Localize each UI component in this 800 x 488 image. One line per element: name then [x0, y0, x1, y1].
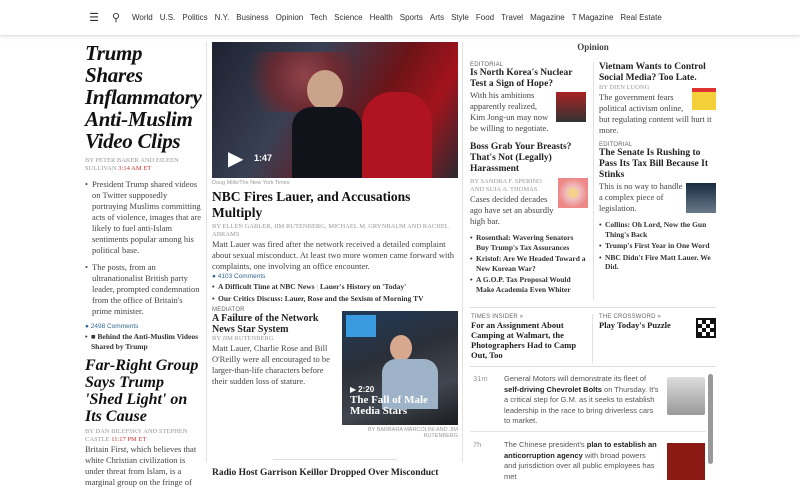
byline: By ELLEN GABLER, JIM RUTENBERG, MICHAEL … [212, 223, 449, 238]
related-link[interactable]: Lauer's History on 'Today' [320, 282, 406, 291]
nav-item[interactable]: Tech [310, 13, 327, 22]
thumbnail [692, 88, 716, 110]
divider [273, 459, 397, 460]
nav-item[interactable]: Style [451, 13, 469, 22]
timestamp: 31m [473, 374, 488, 383]
crossword-icon[interactable] [696, 318, 716, 338]
divider [462, 42, 463, 462]
video-icon: ■ [91, 332, 96, 341]
secondary-story: MEDIATOR A Failure of the Network News S… [212, 307, 458, 457]
nav-item[interactable]: Science [334, 13, 362, 22]
play-icon[interactable]: ▶ [228, 146, 243, 171]
nav-item[interactable]: Real Estate [620, 13, 661, 22]
comments-link[interactable]: ● 4103 Comments [212, 273, 458, 280]
nav-item[interactable]: Sports [400, 13, 423, 22]
opinion-links: Rosenthal: Wavering Senators Buy Trump's… [470, 233, 588, 294]
summary-bullet: The posts, from an ultranationalist Brit… [85, 262, 203, 317]
related-links: A Difficult Time at NBC News | Lauer's H… [212, 282, 458, 292]
divider [592, 314, 593, 364]
video-credit: By BARBARA MARCOLINI and JIM RUTENBERG [367, 427, 458, 439]
nav-item[interactable]: Food [476, 13, 494, 22]
play-icon: ▶ 2:20 [350, 385, 375, 394]
thumbnail [556, 92, 586, 122]
menu-icon[interactable]: ☰ [88, 12, 100, 24]
feed-scrollbar[interactable] [708, 374, 713, 464]
feed-text: General Motors will demonstrate its flee… [504, 374, 659, 425]
byline: By DAN BILEFSKY and STEPHEN CASTLE 11:17… [85, 428, 188, 443]
nav-item[interactable]: Politics [182, 13, 207, 22]
feed-item[interactable]: 31m General Motors will demonstrate its … [470, 374, 706, 432]
feed-item[interactable]: 7h The Chinese president's plan to estab… [470, 440, 706, 480]
search-icon[interactable]: ⚲ [110, 12, 122, 24]
lead-video[interactable]: ▶ 1:47 [212, 42, 458, 178]
opinion-link[interactable]: Trump's First Year in One Word [599, 241, 716, 251]
byline: By JIM RUTENBERG [212, 335, 274, 342]
divider [206, 42, 207, 462]
photo-credit: Doug Mills/The New York Times [212, 180, 290, 186]
divider [593, 62, 594, 300]
summary: With his ambitions apparently realized, … [470, 90, 588, 134]
headline[interactable]: Vietnam Wants to Control Social Media? T… [599, 62, 716, 84]
headline[interactable]: Far-Right Group Says Trump 'Shed Light' … [85, 357, 203, 425]
nav-sections: World U.S. Politics N.Y. Business Opinion Tech… [132, 13, 669, 22]
divider [470, 307, 716, 308]
opinion-link[interactable]: Kristof: Are We Headed Toward a New Kore… [470, 254, 588, 273]
opinion-link[interactable]: Collins: Oh Lord, Now the Gun Thing's Ba… [599, 220, 716, 239]
nav-item[interactable]: Arts [430, 13, 444, 22]
opinion-left: EDITORIAL Is North Korea's Nuclear Test … [470, 62, 588, 294]
nav-item[interactable]: Magazine [530, 13, 565, 22]
headline[interactable]: The Senate Is Rushing to Pass Its Tax Bi… [599, 148, 716, 181]
thumbnail [686, 183, 716, 213]
nav-item[interactable]: Opinion [276, 13, 304, 22]
times-insider: TIMES INSIDER » For an Assignment About … [471, 314, 586, 360]
nav-item[interactable]: Travel [501, 13, 523, 22]
feed-text: The Chinese president's plan to establis… [504, 440, 657, 480]
nav-item[interactable]: Health [370, 13, 393, 22]
headline[interactable]: Boss Grab Your Breasts? That's Not (Lega… [470, 142, 588, 175]
lead-headline[interactable]: Trump Shares Inflammatory Anti-Muslim Vi… [85, 42, 203, 152]
summary: This is no way to handle a complex piece… [599, 181, 716, 214]
timestamp: 7h [473, 440, 482, 449]
nav-item[interactable]: T Magazine [572, 13, 614, 22]
thumbnail [558, 178, 588, 208]
headline[interactable]: NBC Fires Lauer, and Accusations Multipl… [212, 189, 458, 221]
headline[interactable]: Radio Host Garrison Keillor Dropped Over… [212, 468, 458, 479]
thumbnail [667, 443, 705, 480]
headline[interactable]: Is North Korea's Nuclear Test a Sign of … [470, 68, 588, 90]
video-title: The Fall of Male Media Stars [350, 394, 428, 417]
thumbnail [667, 377, 705, 415]
related-link[interactable]: A Difficult Time at NBC News [218, 282, 315, 291]
summary: Matt Lauer, Charlie Rose and Bill O'Reil… [212, 343, 330, 386]
opinion-title[interactable]: Opinion [470, 42, 716, 52]
opinion-right: Vietnam Wants to Control Social Media? T… [599, 62, 716, 272]
opinion-link[interactable]: Rosenthal: Wavering Senators Buy Trump's… [470, 233, 588, 252]
video-duration: 1:47 [254, 153, 273, 163]
summary: Britain First, which believes that white… [85, 444, 197, 487]
headline[interactable]: For an Assignment About Camping at Walma… [471, 320, 586, 360]
crossword: THE CROSSWORD » Play Today's Puzzle [599, 314, 716, 338]
related-link[interactable]: Our Critics Discuss: Lauer, Rose and the… [212, 294, 458, 304]
summary-bullet: President Trump shared videos on Twitter… [85, 179, 203, 256]
video-thumbnail[interactable]: ▶ 2:20 The Fall of Male Media Stars [342, 311, 458, 425]
nav-item[interactable]: World [132, 13, 153, 22]
nav-item[interactable]: N.Y. [215, 13, 230, 22]
top-nav: ☰ ⚲ World U.S. Politics N.Y. Business Opinion… [0, 0, 800, 36]
center-column: ▶ 1:47 Doug Mills/The New York Times NBC… [212, 42, 458, 479]
summary: Matt Lauer was fired after the network r… [212, 239, 454, 271]
opinion-link[interactable]: A G.O.P. Tax Proposal Would Make Academi… [470, 275, 588, 294]
byline: By PETER BAKER and EILEEN SULLIVAN 3:14 … [85, 157, 179, 172]
divider [470, 366, 716, 367]
story-body: By SANDRA F. SPERINO and SUJA A. THOMAS … [470, 178, 588, 227]
news-feed: 31m General Motors will demonstrate its … [470, 374, 706, 480]
opinion-link[interactable]: NBC Didn't Fire Matt Lauer. We Did. [599, 253, 716, 272]
story-body: By DIEN LUONG The government fears polit… [599, 84, 716, 136]
headline[interactable]: A Failure of the Network News Star Syste… [212, 313, 336, 335]
comments-link[interactable]: ● 2498 Comments [85, 323, 203, 330]
opinion-links: Collins: Oh Lord, Now the Gun Thing's Ba… [599, 220, 716, 272]
nav-item[interactable]: U.S. [160, 13, 176, 22]
lead-column: Trump Shares Inflammatory Anti-Muslim Vi… [85, 42, 203, 488]
nav-item[interactable]: Business [236, 13, 268, 22]
related-video-link[interactable]: ■ Behind the Anti-Muslim Videos Shared b… [85, 332, 203, 351]
